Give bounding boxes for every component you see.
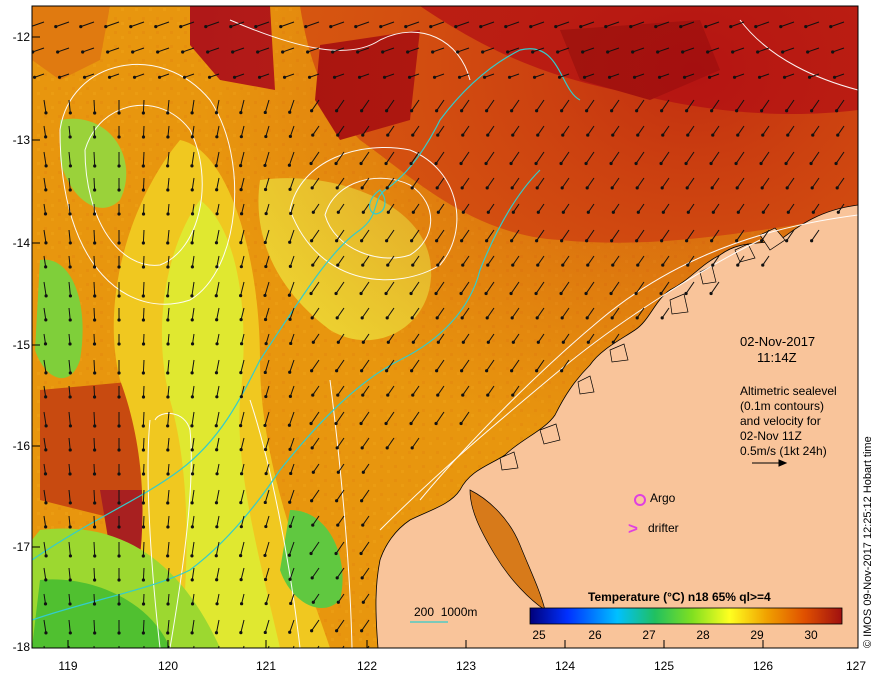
info-line: and velocity for	[740, 414, 821, 428]
lon-label: 123	[455, 659, 477, 673]
argo-legend-label: Argo	[650, 491, 676, 505]
lat-label: -14	[12, 236, 30, 250]
colorbar-title: Temperature (°C) n18 65% ql>=4	[588, 590, 771, 604]
colorbar-tick: 26	[588, 628, 602, 642]
lon-label: 119	[58, 659, 78, 673]
imos-credit: © IMOS 09-Nov-2017 12:25:12 Hobart time	[862, 436, 874, 648]
lon-label: 124	[554, 659, 576, 673]
lat-label: -17	[12, 540, 30, 554]
lon-label: 121	[255, 659, 277, 673]
info-line: 02-Nov 11Z	[740, 429, 802, 443]
lon-label: 122	[356, 659, 378, 673]
colorbar-tick: 27	[642, 628, 656, 642]
info-line: Altimetric sealevel	[740, 384, 837, 398]
info-line: (0.1m contours)	[740, 399, 825, 413]
lon-label: 120	[157, 659, 179, 673]
drifter-marker-icon: >	[628, 519, 638, 538]
map-date: 02-Nov-2017	[740, 334, 816, 349]
lat-label: -15	[12, 338, 30, 352]
colorbar-tick: 29	[750, 628, 764, 642]
lat-label: -16	[12, 439, 30, 453]
colorbar-tick: 25	[532, 628, 546, 642]
colorbar	[529, 607, 843, 625]
info-line: 0.5m/s (1kt 24h)	[740, 444, 827, 458]
colorbar-tick: 30	[804, 628, 818, 642]
colorbar-tick: 28	[696, 628, 710, 642]
map-time: 11:14Z	[757, 350, 797, 365]
argo-marker-icon	[634, 494, 646, 506]
lat-label: -18	[12, 640, 30, 654]
lon-label: 127	[845, 659, 867, 673]
drifter-legend-label: drifter	[648, 521, 679, 535]
depth-legend-label: 200 1000m	[414, 605, 478, 619]
lat-label: -13	[12, 133, 30, 147]
sea-surface-temperature-field	[32, 6, 858, 648]
lat-label: -12	[12, 30, 30, 44]
lon-label: 125	[653, 659, 675, 673]
lon-label: 126	[752, 659, 774, 673]
